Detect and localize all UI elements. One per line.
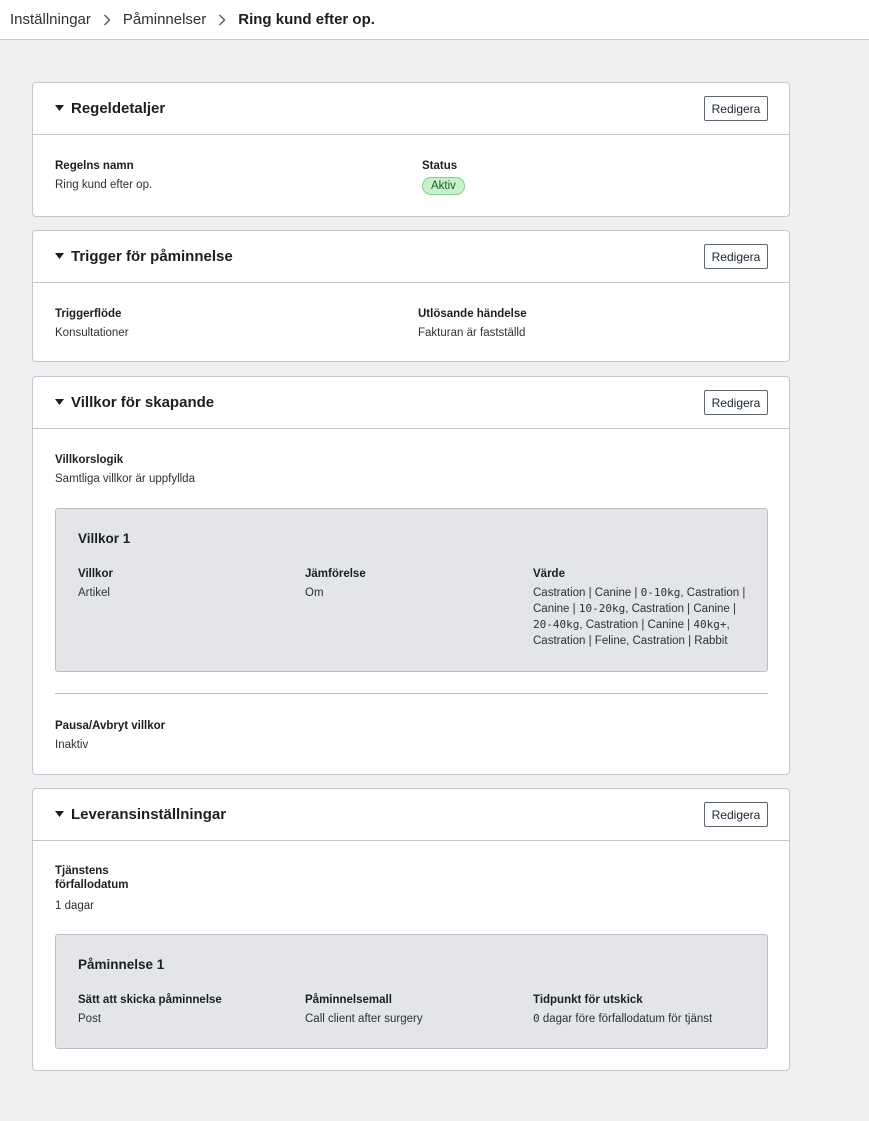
field-value: Artikel (78, 587, 110, 599)
field-label: Sätt att skicka påminnelse (78, 994, 222, 1006)
field-label: Regelns namn (55, 160, 134, 172)
field-label: Villkor (78, 568, 113, 580)
edit-button[interactable]: Redigera (704, 390, 768, 415)
field-label: Villkorslogik (55, 454, 124, 466)
field-value: Samtliga villkor är uppfyllda (55, 473, 195, 485)
field-value: Inaktiv (55, 739, 89, 751)
chevron-right-icon (91, 11, 123, 28)
timing-field: Tidpunkt för utskick 0 dagar före förfal… (533, 993, 712, 1027)
field-value: 0 dagar före förfallodatum för tjänst (533, 1011, 712, 1027)
trigger-flow-field: Triggerflöde Konsultationer (55, 307, 129, 341)
delivery-header[interactable]: Leveransinställningar Redigera (33, 789, 789, 841)
conditions-header[interactable]: Villkor för skapande Redigera (33, 377, 789, 429)
caret-down-icon[interactable] (55, 252, 65, 262)
field-value: Fakturan är fastställd (418, 327, 526, 339)
field-label: förfallodatum (55, 879, 129, 891)
caret-down-icon[interactable] (55, 104, 65, 114)
value-text: Castration | Feline, Castration | Rabbit (533, 635, 728, 647)
condition-type-field: Villkor Artikel (78, 567, 113, 601)
field-value: Konsultationer (55, 327, 129, 339)
delivery-card: Leveransinställningar Redigera Tjänstens… (32, 788, 790, 1071)
value-line: Castration | Canine | 0-10kg, Castration… (533, 585, 758, 601)
reminder-panel: Påminnelse 1 Sätt att skicka påminnelse … (55, 934, 768, 1049)
condition-value-list: Castration | Canine | 0-10kg, Castration… (533, 585, 758, 649)
trigger-event-field: Utlösande händelse Fakturan är fastställ… (418, 307, 527, 341)
card-title: Regeldetaljer (71, 100, 166, 117)
caret-down-icon[interactable] (55, 398, 65, 408)
card-title: Leveransinställningar (71, 806, 227, 823)
pause-condition-field: Pausa/Avbryt villkor Inaktiv (55, 719, 165, 753)
value-field: Värde Castration | Canine | 0-10kg, Cast… (533, 567, 758, 649)
card-title: Trigger för påminnelse (71, 248, 233, 265)
value-weight-range: 40kg+ (693, 618, 727, 631)
status-badge: Aktiv (422, 177, 465, 195)
comparison-field: Jämförelse Om (305, 567, 366, 601)
rule-details-header[interactable]: Regeldetaljer Redigera (33, 83, 789, 135)
field-value: Call client after surgery (305, 1013, 423, 1025)
send-method-field: Sätt att skicka påminnelse Post (78, 993, 222, 1027)
field-label: Tjänstens (55, 865, 109, 877)
breadcrumb: Inställningar Påminnelser Ring kund efte… (0, 0, 869, 40)
value-text: Castration | Canine | (533, 587, 641, 599)
rule-name-field: Regelns namn Ring kund efter op. (55, 159, 152, 193)
field-label: Påminnelsemall (305, 994, 392, 1006)
template-field: Påminnelsemall Call client after surgery (305, 993, 423, 1027)
field-value: Post (78, 1013, 102, 1025)
value-line: Castration | Feline, Castration | Rabbit (533, 633, 758, 649)
value-line: 20-40kg, Castration | Canine | 40kg+, (533, 617, 758, 633)
field-label: Triggerflöde (55, 308, 122, 320)
value-line: Canine | 10-20kg, Castration | Canine | (533, 601, 758, 617)
trigger-header[interactable]: Trigger för påminnelse Redigera (33, 231, 789, 283)
field-label: Tidpunkt för utskick (533, 994, 643, 1006)
conditions-card: Villkor för skapande Redigera Villkorslo… (32, 376, 790, 775)
value-text: , Castration | (680, 587, 746, 599)
field-label: Utlösande händelse (418, 308, 527, 320)
breadcrumb-current: Ring kund efter op. (238, 11, 375, 28)
chevron-right-icon (206, 11, 238, 28)
value-weight-range: 20-40kg (533, 618, 580, 631)
panel-title: Villkor 1 (78, 531, 131, 546)
breadcrumb-reminders-link[interactable]: Påminnelser (123, 11, 206, 28)
edit-button[interactable]: Redigera (704, 244, 768, 269)
value-text: , (726, 619, 730, 631)
timing-text: dagar före förfallodatum för tjänst (539, 1013, 713, 1025)
condition-logic-field: Villkorslogik Samtliga villkor är uppfyl… (55, 453, 195, 487)
edit-button[interactable]: Redigera (704, 96, 768, 121)
field-label: Status (422, 160, 458, 172)
rule-details-card: Regeldetaljer Redigera Regelns namn Ring… (32, 82, 790, 217)
field-value: Om (305, 587, 324, 599)
value-text: Canine | (533, 603, 579, 615)
divider (55, 693, 768, 694)
caret-down-icon[interactable] (55, 810, 65, 820)
status-field: Status Aktiv (422, 159, 465, 195)
field-label: Jämförelse (305, 568, 366, 580)
condition-panel: Villkor 1 Villkor Artikel Jämförelse Om … (55, 508, 768, 672)
panel-title: Påminnelse 1 (78, 957, 165, 972)
value-text: , Castration | Canine | (579, 619, 694, 631)
value-weight-range: 10-20kg (578, 602, 626, 615)
field-label: Pausa/Avbryt villkor (55, 720, 166, 732)
timing-number: 0 (533, 1012, 540, 1025)
breadcrumb-settings-link[interactable]: Inställningar (10, 11, 91, 28)
value-text: , Castration | Canine | (625, 603, 736, 615)
trigger-card: Trigger för påminnelse Redigera Triggerf… (32, 230, 790, 362)
field-label: Värde (533, 568, 565, 580)
due-date-field: Tjänstens förfallodatum 1 dagar (55, 864, 128, 914)
field-value: Ring kund efter op. (55, 179, 153, 191)
edit-button[interactable]: Redigera (704, 802, 768, 827)
card-title: Villkor för skapande (71, 394, 215, 411)
value-weight-range: 0-10kg (640, 586, 681, 599)
field-value: 1 dagar (55, 900, 95, 912)
